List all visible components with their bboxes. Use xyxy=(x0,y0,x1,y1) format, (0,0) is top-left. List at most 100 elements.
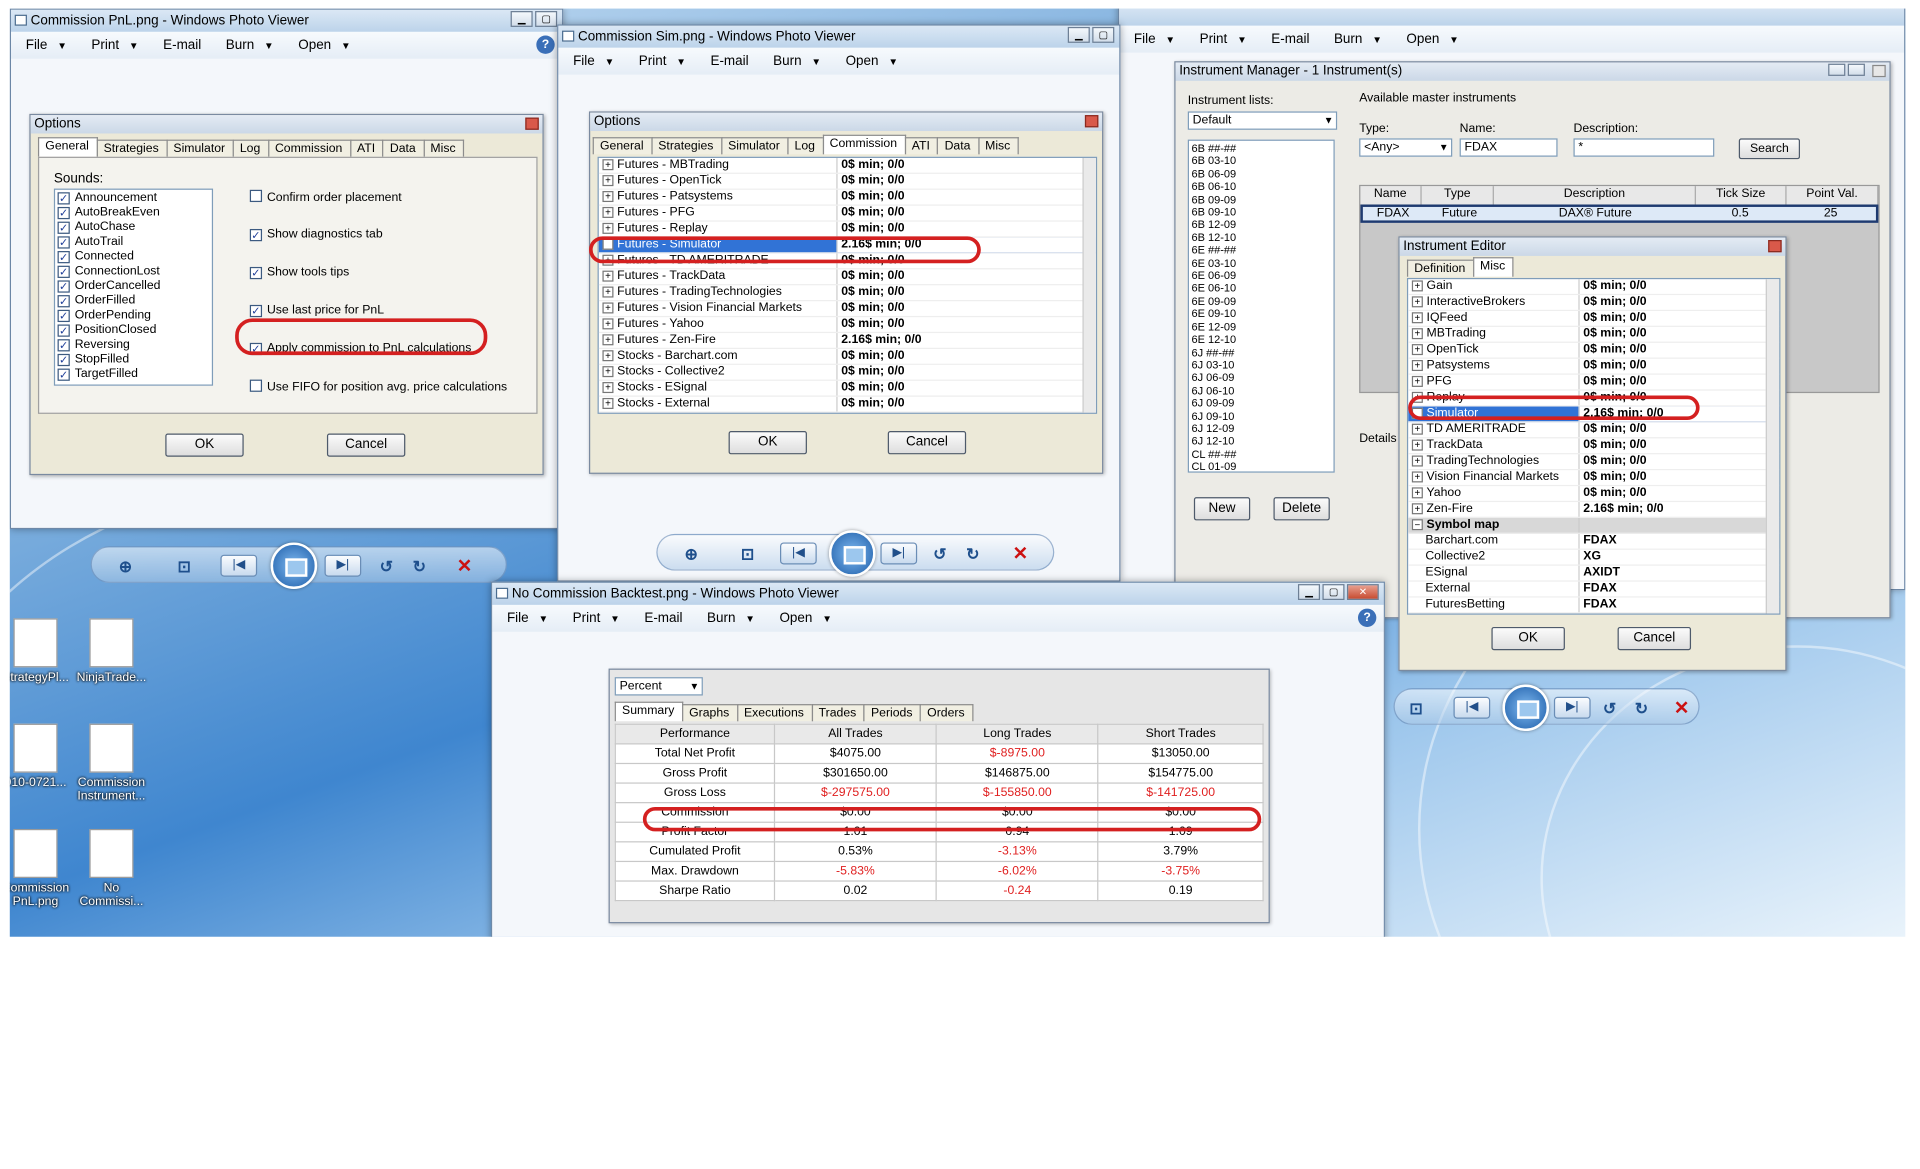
checkbox[interactable]: ✓ xyxy=(57,221,70,234)
menu-burn[interactable]: Burn ▼ xyxy=(707,611,755,626)
sound-item[interactable]: ✓ AutoTrail xyxy=(57,235,210,250)
instrument-list-item[interactable]: 6J 12-10 xyxy=(1191,435,1331,448)
menu-file[interactable]: File ▼ xyxy=(507,611,548,626)
close-icon[interactable] xyxy=(525,117,539,130)
property-row[interactable]: + Gain 0$ min; 0/0 xyxy=(1408,279,1780,296)
property-row[interactable]: + Zen-Fire 2.16$ min; 0/0 xyxy=(1408,502,1780,518)
instrument-list-item[interactable]: 6J 12-09 xyxy=(1191,422,1331,435)
expand-icon[interactable]: + xyxy=(602,286,614,298)
option-checkbox-row[interactable]: Confirm order placement xyxy=(249,189,507,228)
sound-item[interactable]: ✓ Announcement xyxy=(57,191,210,206)
property-row[interactable]: + Vision Financial Markets 0$ min; 0/0 xyxy=(1408,470,1780,487)
property-row[interactable]: Gain xyxy=(1408,613,1779,614)
sound-item[interactable]: ✓ OrderPending xyxy=(57,309,210,324)
checkbox[interactable]: ✓ xyxy=(57,251,70,264)
close-icon[interactable] xyxy=(1768,240,1782,253)
delete-icon[interactable]: ✕ xyxy=(457,555,472,577)
fit-icon[interactable]: ⊡ xyxy=(741,545,754,565)
desktop-icon[interactable]: NinjaTrade... xyxy=(71,618,152,684)
expand-icon[interactable]: + xyxy=(602,302,614,314)
tab-simulator[interactable]: Simulator xyxy=(720,137,789,155)
instrument-list[interactable]: 6B ##-## 6B 03-10 6B 06-09 6B 06-10 6B 09-09… xyxy=(1187,139,1335,473)
help-icon[interactable]: ? xyxy=(536,35,555,54)
sound-item[interactable]: ✓ PositionClosed xyxy=(57,323,210,338)
close-icon[interactable]: ✕ xyxy=(1346,584,1379,601)
expand-icon[interactable]: + xyxy=(1411,375,1423,387)
expand-icon[interactable]: + xyxy=(602,175,614,187)
checkbox[interactable]: ✓ xyxy=(249,266,263,280)
maximize-button[interactable]: ▢ xyxy=(1322,584,1345,601)
instrument-list-item[interactable]: 6B 06-09 xyxy=(1191,168,1331,181)
minimize-button[interactable]: ▁ xyxy=(1067,26,1090,43)
delete-button[interactable]: Delete xyxy=(1273,497,1330,521)
instrument-list-select[interactable]: Default ▼ xyxy=(1187,111,1338,130)
expand-icon[interactable]: + xyxy=(1411,360,1423,372)
rotate-left-icon[interactable]: ↺ xyxy=(380,557,393,577)
ok-button[interactable]: OK xyxy=(728,431,807,455)
expand-icon[interactable]: + xyxy=(1411,487,1423,499)
property-row[interactable]: + MBTrading 0$ min; 0/0 xyxy=(1408,326,1780,343)
property-row[interactable]: + TradingTechnologies 0$ min; 0/0 xyxy=(1408,454,1780,471)
menu-burn[interactable]: Burn ▼ xyxy=(1334,32,1382,47)
sound-item[interactable]: ✓ TargetFilled xyxy=(57,367,210,382)
commission-row[interactable]: + Futures - Replay 0$ min; 0/0 xyxy=(598,221,1096,238)
commission-property-grid[interactable]: + Futures - MBTrading 0$ min; 0/0 + Futures … xyxy=(597,156,1098,414)
property-row[interactable]: Barchart.com FDAX xyxy=(1408,533,1780,550)
commission-row[interactable]: + Stocks - External 0$ min; 0/0 xyxy=(598,396,1096,413)
expand-icon[interactable]: + xyxy=(1411,455,1423,467)
checkbox[interactable]: ✓ xyxy=(57,353,70,367)
checkbox[interactable]: ✓ xyxy=(57,236,70,249)
instrument-list-item[interactable]: 6E 12-10 xyxy=(1191,333,1331,346)
sound-item[interactable]: ✓ Connected xyxy=(57,250,210,265)
checkbox[interactable] xyxy=(249,189,263,203)
instrument-list-item[interactable]: 6E 09-10 xyxy=(1191,308,1331,321)
instrument-list-item[interactable]: 6B 12-10 xyxy=(1191,231,1331,244)
tab-simulator[interactable]: Simulator xyxy=(166,139,234,157)
tab-commission[interactable]: Commission xyxy=(267,139,351,157)
expand-icon[interactable]: + xyxy=(602,334,614,346)
close-icon[interactable] xyxy=(1872,64,1886,78)
menu-email[interactable]: E-mail xyxy=(1271,32,1309,47)
instrument-list-item[interactable]: 6B 09-09 xyxy=(1191,193,1331,206)
tab-log[interactable]: Log xyxy=(232,139,269,157)
fit-icon[interactable]: ⊡ xyxy=(178,557,191,577)
slideshow-button[interactable] xyxy=(828,530,876,577)
slideshow-button[interactable] xyxy=(270,542,318,589)
delete-icon[interactable]: ✕ xyxy=(1013,542,1028,565)
expand-icon[interactable]: + xyxy=(602,191,614,203)
maximize-button[interactable]: ▢ xyxy=(1092,26,1115,43)
previous-button[interactable]: |◀ xyxy=(220,554,258,577)
zoom-icon[interactable]: ⊕ xyxy=(119,557,132,577)
instrument-list-item[interactable]: 6B 03-10 xyxy=(1191,155,1331,168)
expand-icon[interactable]: + xyxy=(602,397,614,409)
expand-icon[interactable]: + xyxy=(602,159,614,171)
menu-file[interactable]: File ▼ xyxy=(1134,32,1175,47)
rotate-right-icon[interactable]: ↻ xyxy=(413,557,426,577)
commission-row[interactable]: + Futures - Yahoo 0$ min; 0/0 xyxy=(598,317,1096,334)
menu-open[interactable]: Open ▼ xyxy=(846,54,898,69)
instrument-list-item[interactable]: 6B 12-09 xyxy=(1191,218,1331,231)
menu-email[interactable]: E-mail xyxy=(163,38,201,53)
menu-print[interactable]: Print ▼ xyxy=(91,38,138,53)
desktop-icon[interactable]: Commission Instrument... xyxy=(71,723,152,803)
expand-icon[interactable]: + xyxy=(602,222,614,234)
menu-burn[interactable]: Burn ▼ xyxy=(773,54,821,69)
sounds-list[interactable]: ✓ Announcement ✓ AutoBreakEven ✓ AutoChase ✓ Au… xyxy=(53,188,214,386)
next-button[interactable]: ▶| xyxy=(880,542,918,565)
expand-icon[interactable]: + xyxy=(1411,423,1423,435)
instrument-list-item[interactable]: CL 01-09 xyxy=(1191,461,1331,472)
checkbox[interactable]: ✓ xyxy=(57,339,70,352)
menu-file[interactable]: File ▼ xyxy=(26,38,67,53)
tab-executions[interactable]: Executions xyxy=(736,704,813,722)
instrument-list-item[interactable]: 6J 06-10 xyxy=(1191,384,1331,397)
desktop-icon[interactable]: Commission PnL.png xyxy=(10,828,76,909)
search-button[interactable]: Search xyxy=(1738,138,1801,160)
tab-data[interactable]: Data xyxy=(937,137,980,155)
previous-button[interactable]: |◀ xyxy=(1453,696,1491,719)
tab-graphs[interactable]: Graphs xyxy=(681,704,738,722)
expand-icon[interactable]: + xyxy=(1411,503,1423,515)
property-row[interactable]: ESignal AXIDT xyxy=(1408,565,1780,582)
editor-property-grid[interactable]: + Gain 0$ min; 0/0 + InteractiveBrokers 0$ mi… xyxy=(1406,277,1781,615)
scrollbar[interactable] xyxy=(1765,279,1780,614)
instrument-list-item[interactable]: 6J 09-09 xyxy=(1191,397,1331,410)
